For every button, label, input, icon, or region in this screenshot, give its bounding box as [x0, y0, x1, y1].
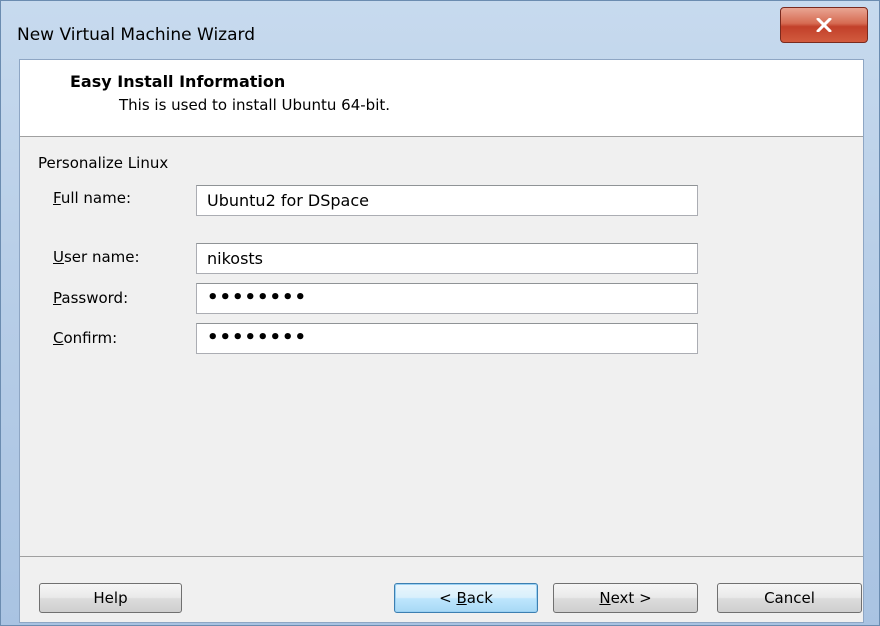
help-button[interactable]: Help [39, 583, 182, 613]
window-title: New Virtual Machine Wizard [17, 25, 255, 45]
password-label: Password: [53, 289, 129, 307]
password-field[interactable] [196, 283, 698, 314]
back-button-label: < Back [439, 589, 493, 607]
full-name-label: Full name: [53, 189, 132, 207]
wizard-window: New Virtual Machine Wizard Easy Install … [0, 0, 880, 626]
cancel-button[interactable]: Cancel [717, 583, 862, 613]
next-button-label: Next > [599, 589, 652, 607]
user-name-field[interactable] [196, 243, 698, 274]
confirm-password-field[interactable] [196, 323, 698, 354]
wizard-client-area: Easy Install Information This is used to… [19, 59, 864, 623]
confirm-label: Confirm: [53, 329, 118, 347]
user-name-label: User name: [53, 248, 140, 266]
cancel-button-label: Cancel [764, 589, 815, 607]
page-subtitle: This is used to install Ubuntu 64-bit. [119, 96, 391, 114]
next-button[interactable]: Next > [553, 583, 698, 613]
full-name-field[interactable] [196, 185, 698, 216]
close-x-icon [816, 18, 832, 32]
group-label-personalize: Personalize Linux [38, 154, 169, 172]
wizard-header: Easy Install Information This is used to… [20, 60, 863, 137]
help-button-label: Help [93, 589, 128, 607]
page-title: Easy Install Information [70, 72, 286, 91]
back-button[interactable]: < Back [394, 583, 538, 613]
title-bar[interactable]: New Virtual Machine Wizard [1, 1, 879, 59]
close-button[interactable] [780, 7, 868, 43]
footer-divider [20, 556, 863, 557]
